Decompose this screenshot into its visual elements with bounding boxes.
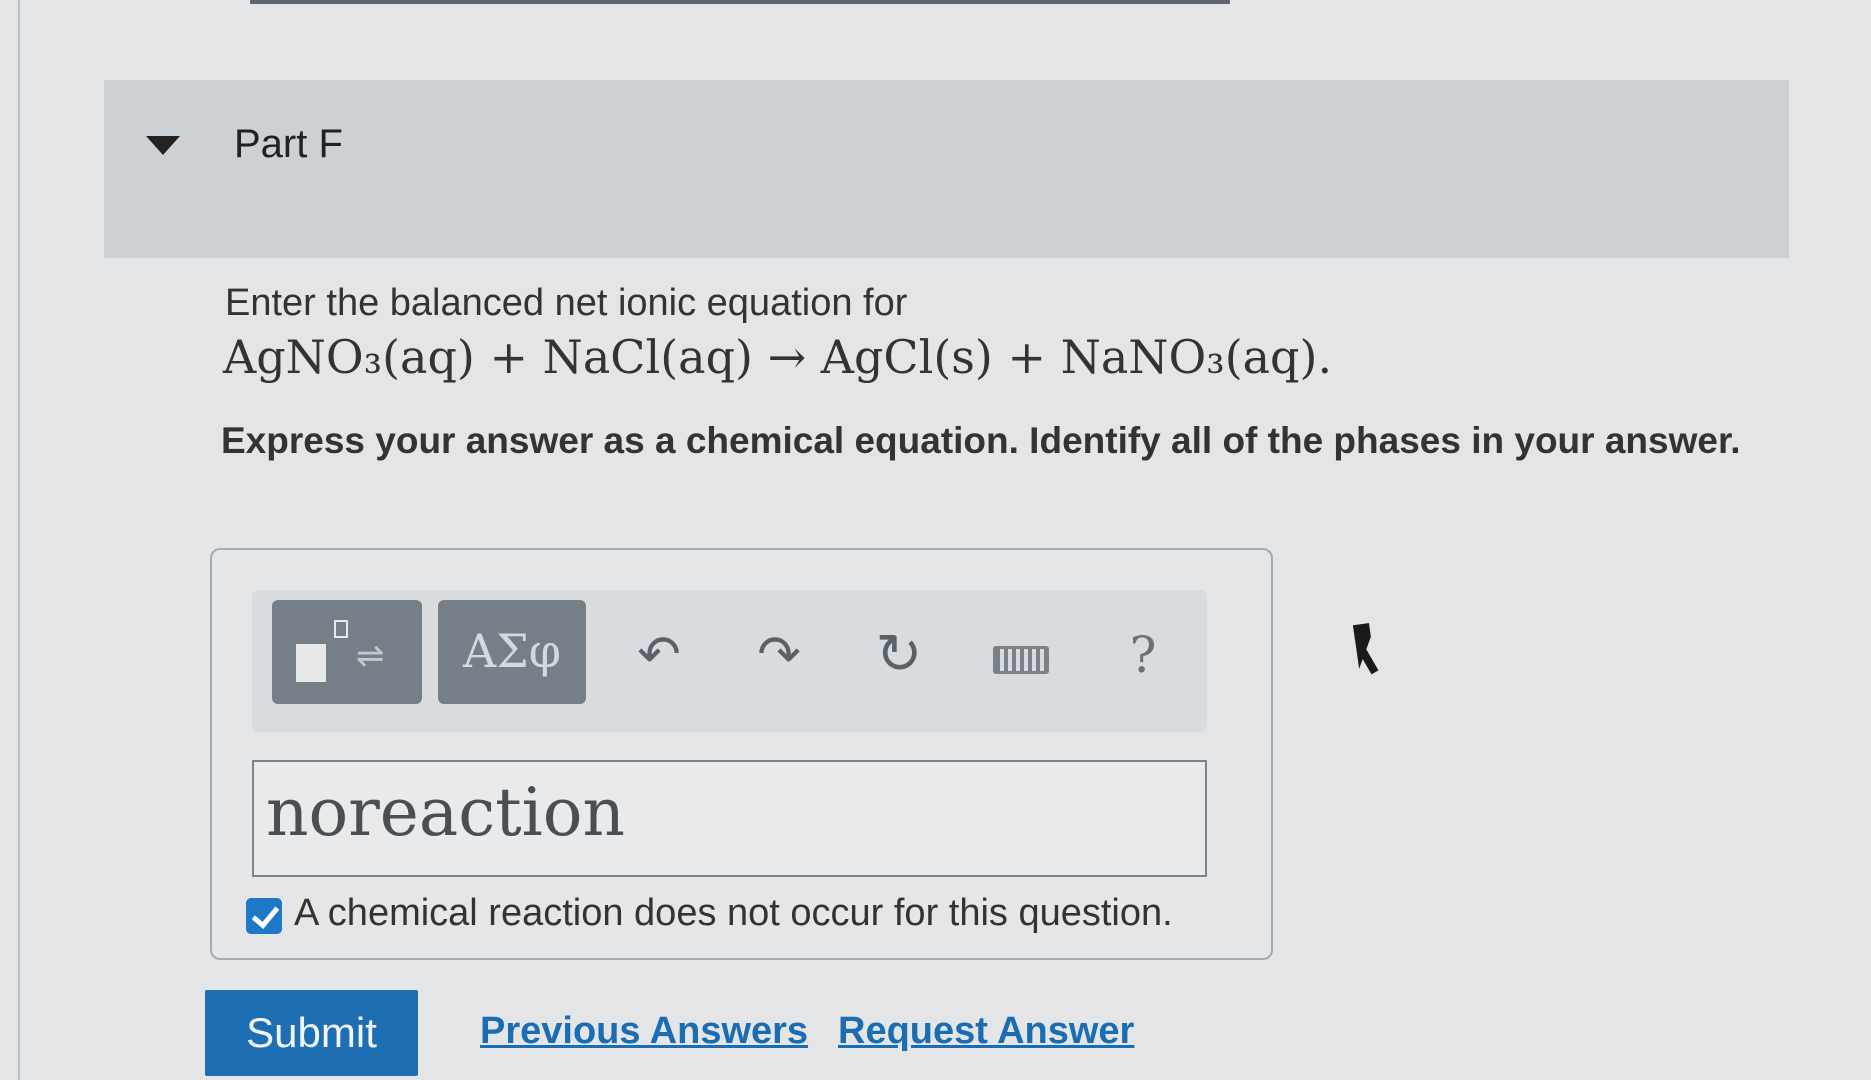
answer-box: ⇌ ΑΣφ ↶ ↷ ↻ ? noreaction A chemical reac… [210,548,1273,960]
collapse-caret-icon[interactable] [146,136,180,155]
keyboard-icon[interactable] [987,620,1057,690]
part-header[interactable]: Part F [104,80,1789,258]
template-box-icon [296,644,326,682]
redo-icon[interactable]: ↷ [744,620,814,690]
chemical-equation: AgNO₃(aq) + NaCl(aq) → AgCl(s) + NaNO₃(a… [223,330,1333,384]
part-title: Part F [234,122,343,166]
templates-button[interactable]: ⇌ [272,600,422,704]
equilibrium-arrow-icon: ⇌ [356,636,385,676]
equation-toolbar: ⇌ ΑΣφ ↶ ↷ ↻ ? [252,590,1207,732]
left-margin-rule [18,0,20,1080]
request-answer-link[interactable]: Request Answer [838,1010,1134,1053]
symbols-button[interactable]: ΑΣφ [438,600,586,704]
help-icon[interactable]: ? [1108,620,1178,690]
undo-icon[interactable]: ↶ [624,620,694,690]
answer-input[interactable]: noreaction [252,760,1207,877]
answer-instructions: Express your answer as a chemical equati… [221,420,1741,461]
template-superscript-icon [334,620,348,638]
previous-answers-link[interactable]: Previous Answers [480,1010,808,1053]
keyboard-shape [993,646,1049,674]
reset-icon[interactable]: ↻ [864,620,934,690]
no-reaction-label[interactable]: A chemical reaction does not occur for t… [294,892,1173,935]
no-reaction-checkbox[interactable] [246,898,282,934]
symbols-label: ΑΣφ [463,624,561,678]
top-edge-divider [250,0,1230,4]
question-prompt: Enter the balanced net ionic equation fo… [225,282,908,324]
submit-button[interactable]: Submit [205,990,418,1076]
